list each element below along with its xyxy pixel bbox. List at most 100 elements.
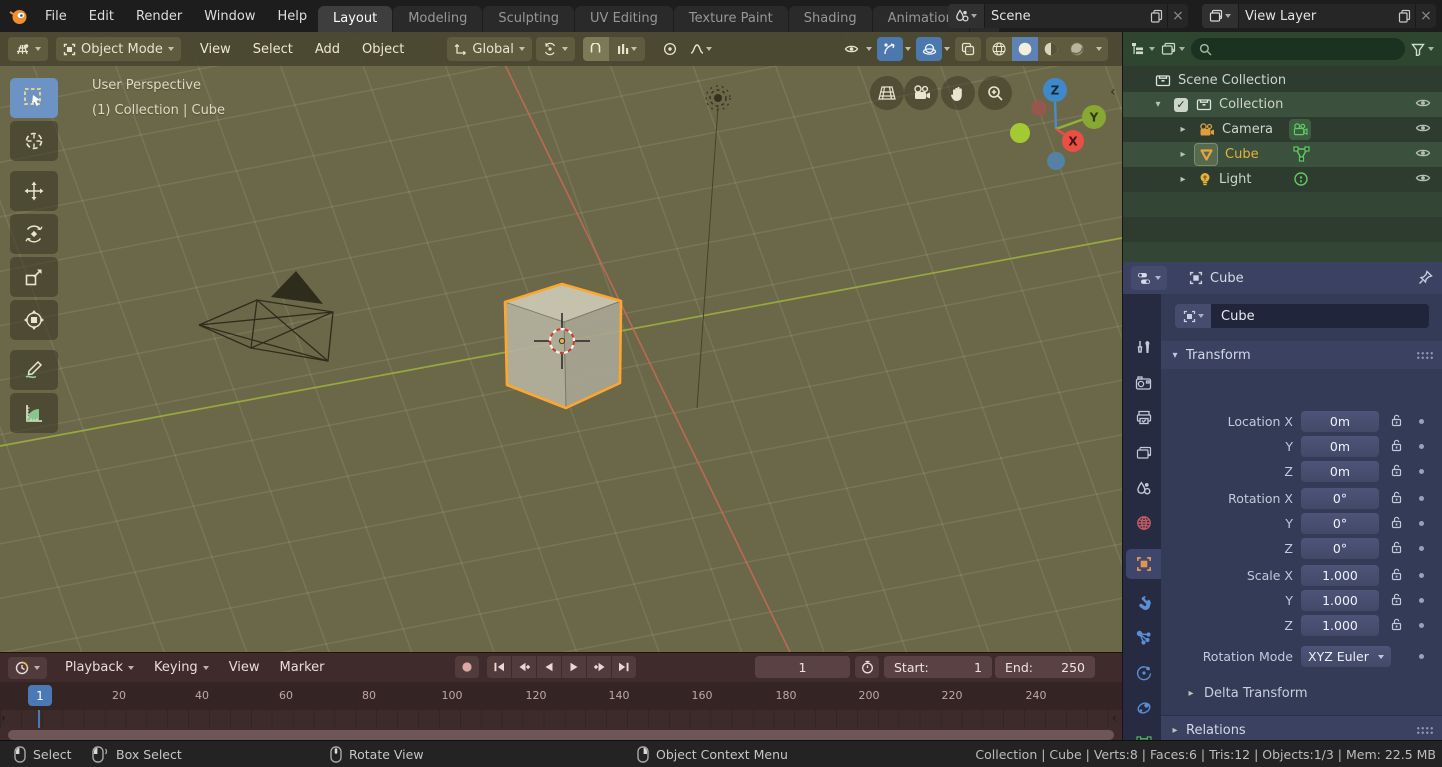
- timeline-ruler[interactable]: 20 40 60 80 100 120 140 160 180 200 220 …: [0, 682, 1122, 710]
- outliner-row-camera[interactable]: ▸ Camera: [1123, 117, 1442, 142]
- breadcrumb-object[interactable]: Cube: [1210, 271, 1244, 286]
- tab-texture-paint[interactable]: Texture Paint: [674, 6, 788, 32]
- scale-y-input[interactable]: 1.000: [1301, 590, 1379, 611]
- lock-icon[interactable]: [1391, 541, 1402, 554]
- jump-to-start-button[interactable]: [487, 656, 511, 678]
- hide-eye-icon[interactable]: [1415, 147, 1431, 159]
- auto-keying-record-button[interactable]: [455, 656, 479, 678]
- toggle-perspective-button[interactable]: [870, 76, 904, 110]
- tab-object-data[interactable]: [1126, 728, 1161, 740]
- tool-annotate[interactable]: [10, 350, 58, 390]
- tab-particles[interactable]: [1126, 623, 1161, 653]
- menu-view[interactable]: View: [191, 37, 240, 61]
- view-layer-browse-button[interactable]: [1202, 4, 1239, 28]
- menu-render[interactable]: Render: [125, 0, 193, 32]
- camera-data-icon[interactable]: [1289, 119, 1311, 140]
- viewport-3d[interactable]: Object Mode View Select Add Object Globa…: [0, 32, 1122, 652]
- tab-render[interactable]: [1126, 368, 1161, 398]
- outliner-row-cube[interactable]: ▸ Cube: [1123, 142, 1442, 167]
- next-keyframe-button[interactable]: [587, 656, 611, 678]
- timeline-editor-type-button[interactable]: [8, 657, 47, 679]
- animate-dot[interactable]: [1419, 496, 1424, 501]
- lock-icon[interactable]: [1391, 593, 1402, 606]
- shading-material-button[interactable]: [1038, 37, 1064, 61]
- disclosure-closed-icon[interactable]: ▸: [1177, 149, 1189, 160]
- tab-object[interactable]: [1126, 549, 1161, 579]
- current-frame-indicator[interactable]: 1: [28, 685, 52, 706]
- frame-start-input[interactable]: Start: 1: [884, 656, 992, 678]
- pin-icon[interactable]: [1418, 270, 1433, 285]
- outliner-search-input[interactable]: [1191, 38, 1405, 60]
- tab-modifiers[interactable]: [1126, 588, 1161, 618]
- shading-wireframe-button[interactable]: [986, 37, 1012, 61]
- light-data-icon[interactable]: [1293, 171, 1309, 187]
- animate-dot[interactable]: [1419, 419, 1424, 424]
- region-expand-icon[interactable]: ›: [1, 711, 6, 725]
- panel-drag-grip[interactable]: [1416, 351, 1433, 359]
- menu-object[interactable]: Object: [353, 37, 413, 61]
- unlink-scene-button[interactable]: ×: [1167, 4, 1188, 28]
- rotation-y-input[interactable]: 0°: [1301, 513, 1379, 534]
- shading-dropdown[interactable]: [1090, 37, 1108, 61]
- outliner-filter-type-dropdown[interactable]: [1161, 42, 1185, 56]
- menu-window[interactable]: Window: [193, 0, 266, 32]
- use-preview-range-button[interactable]: [855, 656, 879, 678]
- menu-playback[interactable]: Playback: [57, 660, 142, 675]
- lock-icon[interactable]: [1391, 516, 1402, 529]
- animate-dot[interactable]: [1419, 546, 1424, 551]
- panel-drag-grip[interactable]: [1416, 726, 1433, 734]
- transform-orientation-dropdown[interactable]: Global: [447, 37, 531, 61]
- location-x-input[interactable]: 0m: [1301, 411, 1379, 432]
- object-name-input[interactable]: Cube: [1211, 304, 1429, 328]
- outliner-display-mode-dropdown[interactable]: [1131, 42, 1155, 56]
- collection-checkbox[interactable]: ✓: [1174, 98, 1188, 112]
- new-view-layer-icon[interactable]: [1398, 9, 1411, 23]
- menu-marker[interactable]: Marker: [272, 660, 333, 675]
- disclosure-open-icon[interactable]: ▾: [1152, 99, 1164, 110]
- tab-output[interactable]: [1126, 402, 1161, 432]
- tab-view-layer[interactable]: [1126, 438, 1161, 468]
- gizmo-axis-neg-y[interactable]: [1010, 123, 1030, 143]
- tool-scale[interactable]: [10, 257, 58, 297]
- snap-toggle[interactable]: [583, 37, 609, 61]
- editor-type-button[interactable]: [8, 37, 48, 61]
- cube-object[interactable]: [505, 284, 621, 408]
- snap-target-dropdown[interactable]: [609, 37, 645, 61]
- shading-rendered-button[interactable]: [1064, 37, 1090, 61]
- hide-eye-icon[interactable]: [1415, 97, 1431, 109]
- object-id-icon[interactable]: [1175, 304, 1211, 328]
- play-reverse-button[interactable]: [537, 656, 561, 678]
- tab-physics[interactable]: [1126, 658, 1161, 688]
- outliner-row-collection[interactable]: ▾ ✓ Collection: [1123, 92, 1442, 117]
- hide-eye-icon[interactable]: [1415, 172, 1431, 184]
- tool-measure[interactable]: [10, 393, 58, 433]
- scale-x-input[interactable]: 1.000: [1301, 565, 1379, 586]
- previous-keyframe-button[interactable]: [512, 656, 536, 678]
- pivot-point-dropdown[interactable]: [536, 37, 575, 61]
- animate-dot[interactable]: [1419, 598, 1424, 603]
- lock-icon[interactable]: [1391, 618, 1402, 631]
- menu-view[interactable]: View: [221, 660, 268, 675]
- show-overlays-toggle[interactable]: [916, 37, 942, 61]
- proportional-editing-toggle[interactable]: [657, 37, 683, 61]
- scene-browse-button[interactable]: [948, 4, 985, 28]
- tab-world[interactable]: [1126, 508, 1161, 538]
- menu-edit[interactable]: Edit: [78, 0, 125, 32]
- animate-dot[interactable]: [1419, 573, 1424, 578]
- light-object[interactable]: [697, 86, 730, 408]
- view-layer-name[interactable]: View Layer: [1239, 9, 1398, 24]
- pan-view-button[interactable]: [941, 76, 975, 110]
- menu-add[interactable]: Add: [306, 37, 349, 61]
- zoom-view-button[interactable]: [978, 76, 1012, 110]
- location-y-input[interactable]: 0m: [1301, 436, 1379, 457]
- navigation-gizmo[interactable]: Z Y X: [1008, 78, 1108, 178]
- tab-constraints[interactable]: [1126, 693, 1161, 723]
- play-button[interactable]: [562, 656, 586, 678]
- animate-dot[interactable]: [1419, 623, 1424, 628]
- tool-cursor[interactable]: [10, 121, 58, 161]
- tab-shading[interactable]: Shading: [789, 6, 872, 32]
- lock-icon[interactable]: [1391, 491, 1402, 504]
- transform-panel-header[interactable]: ▾ Transform: [1161, 341, 1442, 369]
- blender-logo-icon[interactable]: [8, 6, 30, 26]
- tab-sculpting[interactable]: Sculpting: [483, 6, 574, 32]
